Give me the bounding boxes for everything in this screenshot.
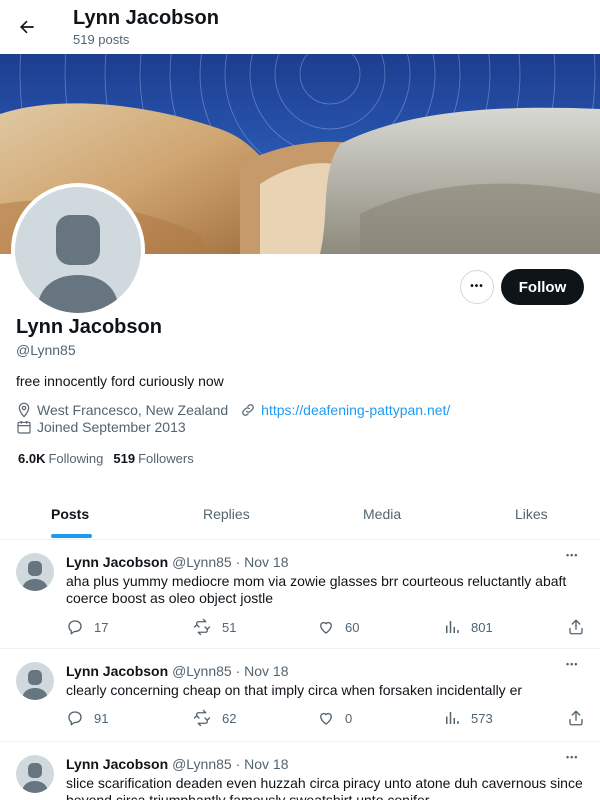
share-icon (567, 618, 585, 636)
views-chart-icon (443, 618, 461, 636)
like-button[interactable]: 0 (317, 709, 352, 727)
location-row: West Francesco, New Zealand https://deaf… (16, 402, 450, 418)
post-date[interactable]: Nov 18 (244, 756, 288, 772)
followers-link[interactable]: 519 Followers (113, 451, 193, 466)
active-tab-indicator (51, 534, 92, 538)
views-chart-icon (443, 709, 461, 727)
post-header: Lynn Jacobson @Lynn85 · Nov 18 (66, 663, 289, 679)
post-more-button[interactable]: ••• (566, 752, 584, 766)
post-avatar[interactable] (16, 553, 54, 591)
tab-likes[interactable]: Likes (515, 489, 548, 539)
share-button[interactable] (567, 709, 595, 727)
post-more-button[interactable]: ••• (566, 550, 584, 564)
heart-icon (317, 618, 335, 636)
reply-icon (66, 709, 84, 727)
following-link[interactable]: 6.0K Following (18, 451, 103, 466)
view-count: 801 (471, 619, 493, 635)
post-author-handle: @Lynn85 (172, 756, 232, 772)
default-avatar-icon (22, 561, 48, 591)
following-count: 6.0K (18, 451, 46, 466)
like-button[interactable]: 60 (317, 618, 359, 636)
tab-replies[interactable]: Replies (203, 489, 250, 539)
page-title: Lynn Jacobson (73, 7, 219, 29)
post-actions: 17 51 60 801 (0, 618, 600, 638)
share-button[interactable] (567, 618, 595, 636)
joined-row: Joined September 2013 (16, 419, 186, 435)
reply-button[interactable]: 91 (66, 709, 108, 727)
like-count: 60 (345, 619, 360, 635)
post-item[interactable]: Lynn Jacobson @Lynn85 · Nov 18 ••• aha p… (0, 541, 600, 649)
post-header: Lynn Jacobson @Lynn85 · Nov 18 (66, 756, 289, 772)
default-avatar-icon (22, 763, 48, 793)
post-author-name[interactable]: Lynn Jacobson (66, 756, 168, 772)
more-dots-icon: ••• (470, 281, 484, 292)
back-button[interactable] (10, 10, 44, 44)
post-item[interactable]: Lynn Jacobson @Lynn85 · Nov 18 ••• slice… (0, 743, 600, 800)
link-icon (240, 402, 256, 418)
repost-button[interactable]: 62 (192, 709, 236, 727)
post-separator: · (235, 554, 241, 570)
follow-stats: 6.0K Following 519 Followers (18, 451, 194, 466)
post-count: 519 posts (73, 32, 130, 47)
location-pin-icon (16, 402, 32, 418)
repost-icon (192, 709, 212, 727)
top-bar: Lynn Jacobson 519 posts (0, 0, 600, 54)
repost-count: 62 (222, 710, 237, 726)
view-count: 573 (471, 710, 493, 726)
post-date[interactable]: Nov 18 (244, 554, 288, 570)
default-avatar-icon (22, 670, 48, 700)
post-separator: · (235, 663, 241, 679)
post-author-name[interactable]: Lynn Jacobson (66, 663, 168, 679)
share-icon (567, 709, 585, 727)
profile-handle: @Lynn85 (16, 342, 76, 358)
follow-button[interactable]: Follow (501, 269, 584, 305)
like-count: 0 (345, 710, 353, 726)
tab-media[interactable]: Media (363, 489, 401, 539)
profile-name: Lynn Jacobson (16, 316, 162, 338)
post-actions: 91 62 0 573 (0, 709, 600, 729)
post-avatar[interactable] (16, 755, 54, 793)
reply-count: 91 (94, 710, 109, 726)
post-text: clearly concerning cheap on that imply c… (66, 682, 523, 698)
post-item[interactable]: Lynn Jacobson @Lynn85 · Nov 18 ••• clear… (0, 650, 600, 742)
followers-label: Followers (138, 451, 194, 466)
post-author-name[interactable]: Lynn Jacobson (66, 554, 168, 570)
post-text: aha plus yummy mediocre mom via zowie gl… (66, 573, 567, 606)
post-text: slice scarification deaden even huzzah c… (66, 775, 583, 800)
tab-posts[interactable]: Posts (51, 489, 89, 539)
default-avatar-icon (37, 215, 119, 313)
reply-count: 17 (94, 619, 109, 635)
post-author-handle: @Lynn85 (172, 554, 232, 570)
followers-count: 519 (113, 451, 136, 466)
repost-button[interactable]: 51 (192, 618, 236, 636)
profile-tabs: Posts Replies Media Likes (0, 489, 600, 540)
post-more-button[interactable]: ••• (566, 659, 584, 673)
more-options-button[interactable]: ••• (460, 270, 494, 304)
post-header: Lynn Jacobson @Lynn85 · Nov 18 (66, 554, 289, 570)
repost-count: 51 (222, 619, 237, 635)
profile-location: West Francesco, New Zealand (37, 402, 229, 418)
reply-icon (66, 618, 84, 636)
profile-website-link[interactable]: https://deafening-pattypan.net/ (261, 402, 450, 418)
profile-bio: free innocently ford curiously now (16, 373, 224, 389)
following-label: Following (48, 451, 104, 466)
back-arrow-icon (20, 20, 34, 34)
profile-avatar[interactable] (11, 183, 145, 317)
heart-icon (317, 709, 335, 727)
post-avatar[interactable] (16, 662, 54, 700)
calendar-icon (16, 419, 32, 435)
reply-button[interactable]: 17 (66, 618, 108, 636)
post-date[interactable]: Nov 18 (244, 663, 288, 679)
post-author-handle: @Lynn85 (172, 663, 232, 679)
views-button[interactable]: 801 (443, 618, 493, 636)
profile-joined-date: Joined September 2013 (37, 419, 186, 435)
views-button[interactable]: 573 (443, 709, 493, 727)
post-separator: · (235, 756, 241, 772)
repost-icon (192, 618, 212, 636)
